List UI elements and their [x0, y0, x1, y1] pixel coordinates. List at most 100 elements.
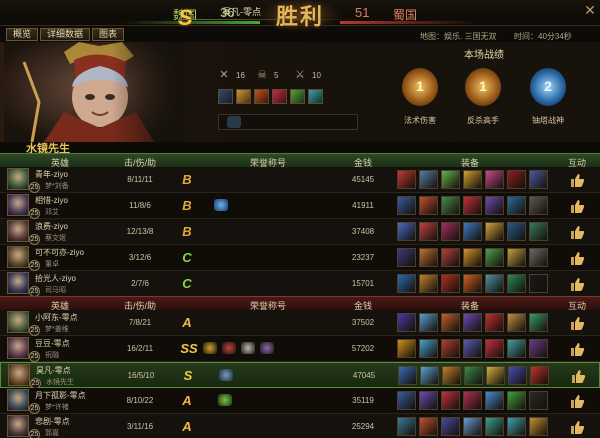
thumbs-up-icon[interactable]: [569, 341, 585, 357]
item-slot[interactable]: [529, 170, 548, 189]
thumbs-up-icon[interactable]: [569, 250, 585, 266]
thumbs-up-icon[interactable]: [570, 368, 586, 384]
thumbs-up-icon[interactable]: [569, 419, 585, 435]
item-slot[interactable]: [463, 274, 482, 293]
item-slot[interactable]: [442, 366, 461, 385]
thumbs-up-icon[interactable]: [569, 172, 585, 188]
item-slot[interactable]: [419, 417, 438, 436]
item-slot[interactable]: [236, 89, 251, 104]
item-slot[interactable]: [290, 89, 305, 104]
player-name[interactable]: 相惜-ziyo: [35, 195, 68, 206]
hero-avatar[interactable]: [7, 246, 29, 268]
item-slot[interactable]: [397, 391, 416, 410]
item-slot[interactable]: [507, 248, 526, 267]
player-name[interactable]: 悲剧-零点: [35, 416, 70, 427]
player-row[interactable]: 25 豆豆-零点 祝融 16/2/11 SS 57202: [0, 336, 600, 362]
thumbs-up-icon[interactable]: [569, 224, 585, 240]
tab-overview[interactable]: 概览: [6, 28, 39, 41]
medal-magic-damage[interactable]: 1: [402, 68, 438, 106]
player-name[interactable]: 小阿东-零点: [35, 312, 78, 323]
item-slot[interactable]: [463, 391, 482, 410]
item-slot[interactable]: [441, 196, 460, 215]
item-slot[interactable]: [485, 339, 504, 358]
item-slot[interactable]: [397, 222, 416, 241]
item-slot[interactable]: [529, 222, 548, 241]
hero-avatar[interactable]: [7, 311, 29, 333]
thumbs-up-icon[interactable]: [569, 198, 585, 214]
item-slot[interactable]: [463, 313, 482, 332]
item-slot[interactable]: [441, 313, 460, 332]
thumbs-up-icon[interactable]: [569, 393, 585, 409]
item-slot[interactable]: [419, 248, 438, 267]
item-slot[interactable]: [508, 366, 527, 385]
item-slot[interactable]: [529, 274, 548, 293]
tab-details[interactable]: 详细数据: [40, 28, 91, 41]
item-slot[interactable]: [529, 313, 548, 332]
item-slot[interactable]: [397, 248, 416, 267]
hero-avatar[interactable]: [7, 272, 29, 294]
player-name[interactable]: 昊凡-零点: [36, 365, 71, 376]
player-name[interactable]: 豆豆-零点: [35, 338, 70, 349]
item-slot[interactable]: [529, 339, 548, 358]
player-row[interactable]: 25 小阿东-零点 梦*姜维 7/8/21 A 37502: [0, 310, 600, 336]
item-slot[interactable]: [507, 222, 526, 241]
medal-counter-kill[interactable]: 1: [465, 68, 501, 106]
player-name[interactable]: 浪费-ziyo: [35, 221, 68, 232]
item-slot[interactable]: [463, 339, 482, 358]
item-slot[interactable]: [419, 339, 438, 358]
item-slot[interactable]: [529, 417, 548, 436]
item-slot[interactable]: [485, 248, 504, 267]
item-slot[interactable]: [397, 274, 416, 293]
item-slot[interactable]: [507, 196, 526, 215]
player-name[interactable]: 拾光人-ziyo: [35, 273, 76, 284]
item-slot[interactable]: [419, 170, 438, 189]
item-slot[interactable]: [529, 248, 548, 267]
item-slot[interactable]: [419, 196, 438, 215]
item-slot[interactable]: [441, 339, 460, 358]
item-slot[interactable]: [485, 170, 504, 189]
hero-avatar[interactable]: [7, 337, 29, 359]
item-slot[interactable]: [485, 196, 504, 215]
item-slot[interactable]: [420, 366, 439, 385]
player-row[interactable]: 25 月下孤影-零点 梦*许褚 8/10/22 A 35119: [0, 388, 600, 414]
item-slot[interactable]: [308, 89, 323, 104]
item-slot[interactable]: [397, 170, 416, 189]
item-slot[interactable]: [485, 417, 504, 436]
item-slot[interactable]: [507, 417, 526, 436]
medal-tower-god[interactable]: 2: [530, 68, 566, 106]
item-slot[interactable]: [398, 366, 417, 385]
player-row[interactable]: 25 悲剧-零点 郭嘉 3/11/16 A 25294: [0, 414, 600, 438]
hero-avatar[interactable]: [7, 220, 29, 242]
item-slot[interactable]: [397, 196, 416, 215]
item-slot[interactable]: [397, 339, 416, 358]
item-slot[interactable]: [441, 170, 460, 189]
close-icon[interactable]: ✕: [583, 3, 597, 17]
item-slot[interactable]: [419, 313, 438, 332]
player-name[interactable]: 月下孤影-零点: [35, 390, 86, 401]
hero-avatar[interactable]: [8, 364, 30, 386]
item-slot[interactable]: [397, 417, 416, 436]
item-slot[interactable]: [441, 391, 460, 410]
item-slot[interactable]: [507, 170, 526, 189]
item-slot[interactable]: [254, 89, 269, 104]
item-slot[interactable]: [507, 313, 526, 332]
item-slot[interactable]: [463, 170, 482, 189]
player-row[interactable]: 25 拾光人-ziyo 司马昭 2/7/6 C 15701: [0, 271, 600, 297]
player-name[interactable]: 青年-ziyo: [35, 169, 68, 180]
hero-avatar[interactable]: [7, 194, 29, 216]
hero-avatar[interactable]: [7, 168, 29, 190]
item-slot[interactable]: [485, 222, 504, 241]
item-slot[interactable]: [419, 274, 438, 293]
item-slot[interactable]: [529, 391, 548, 410]
player-row[interactable]: 25 可不可亦-ziyo 董卓 3/12/6 C 23237: [0, 245, 600, 271]
item-slot[interactable]: [463, 248, 482, 267]
item-slot[interactable]: [507, 274, 526, 293]
item-slot[interactable]: [397, 313, 416, 332]
item-slot[interactable]: [485, 313, 504, 332]
item-slot[interactable]: [218, 89, 233, 104]
player-row[interactable]: 25 相惜-ziyo 邓艾 11/8/6 B 41911: [0, 193, 600, 219]
item-slot[interactable]: [507, 391, 526, 410]
item-slot[interactable]: [441, 248, 460, 267]
item-slot[interactable]: [463, 222, 482, 241]
item-slot[interactable]: [507, 339, 526, 358]
